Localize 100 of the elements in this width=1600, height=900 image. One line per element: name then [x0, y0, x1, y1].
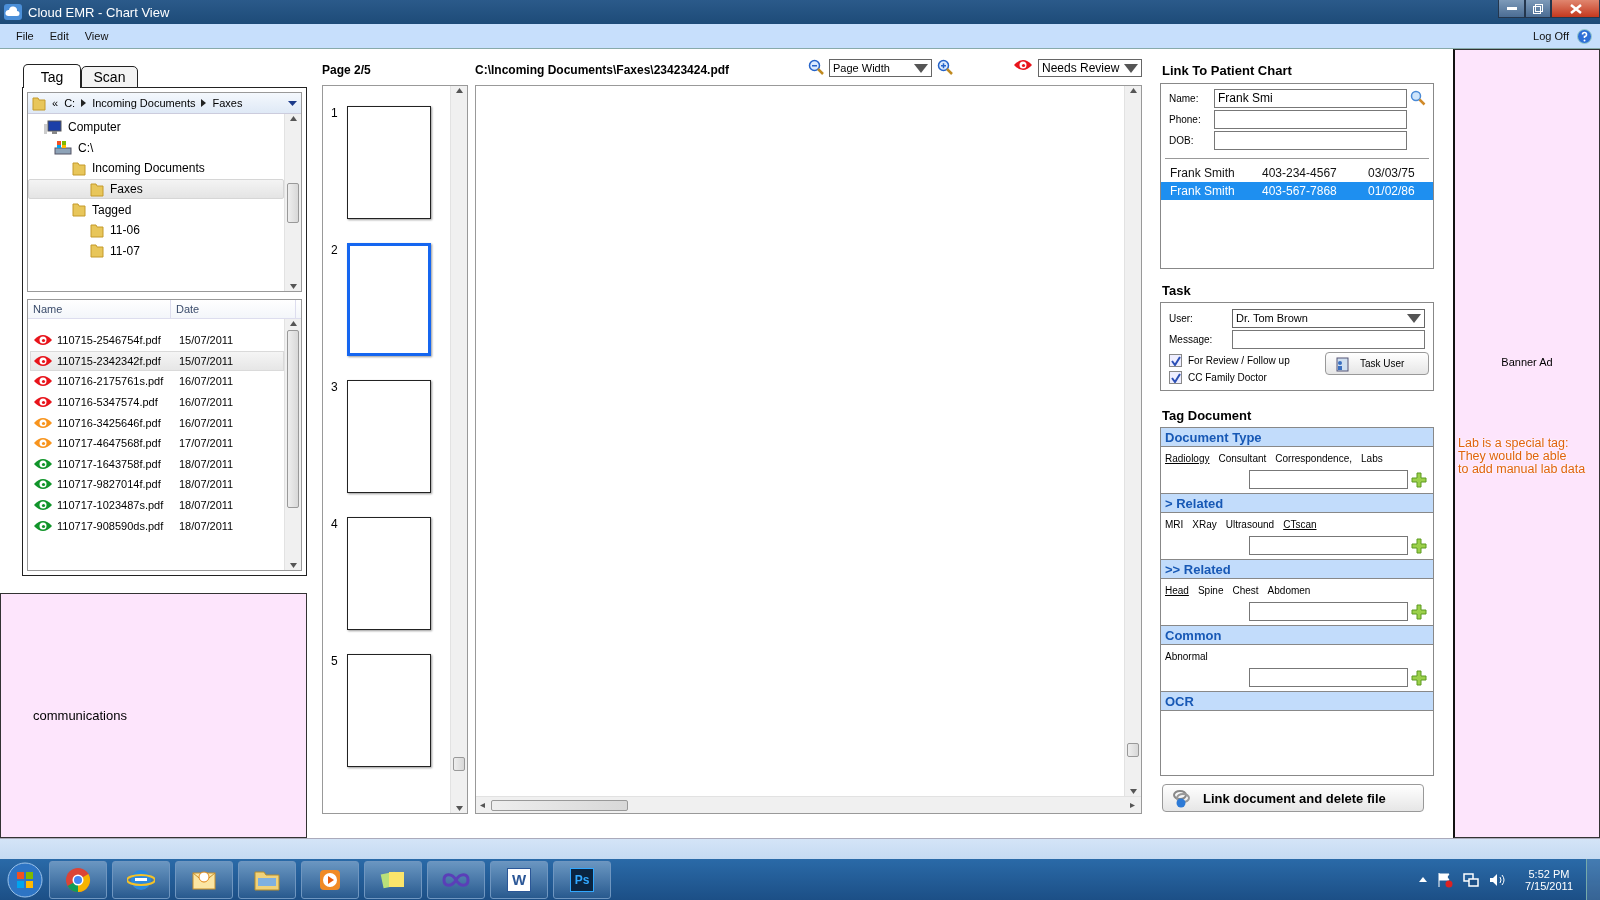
scrollbar[interactable]	[450, 86, 467, 813]
text-field[interactable]	[1214, 109, 1407, 129]
tree-item[interactable]: 11-06	[28, 219, 284, 241]
scroll-arrow-icon[interactable]	[480, 802, 487, 808]
tag-field[interactable]	[1249, 536, 1408, 555]
zoom-out-icon[interactable]	[808, 59, 824, 75]
search-icon[interactable]	[1410, 90, 1426, 106]
scroll-arrow-icon[interactable]	[289, 116, 297, 121]
play-icon[interactable]	[318, 867, 342, 892]
tag-option[interactable]: Abdomen	[1267, 584, 1311, 596]
flag-icon[interactable]	[1436, 871, 1453, 888]
file-row[interactable]: 110715-2546754f.pdf 15/07/2011	[30, 330, 284, 351]
tag-option[interactable]: XRay	[1192, 518, 1217, 530]
message-field[interactable]	[1232, 329, 1425, 349]
text-field[interactable]: Frank Smi	[1214, 88, 1407, 108]
scroll-arrow-icon[interactable]	[455, 88, 463, 93]
help-icon[interactable]	[1577, 28, 1592, 44]
tree-item[interactable]: Computer	[28, 117, 284, 138]
add-icon[interactable]	[1411, 603, 1427, 620]
page-thumbnail[interactable]	[347, 517, 431, 630]
word-icon[interactable]: W	[507, 867, 531, 892]
scroll-thumb[interactable]	[287, 183, 299, 223]
tag-option[interactable]: Ultrasound	[1225, 518, 1275, 530]
page-thumbnail[interactable]	[347, 243, 431, 356]
scroll-thumb[interactable]	[453, 757, 465, 771]
add-icon[interactable]	[1411, 471, 1427, 488]
clock[interactable]: 5:52 PM 7/15/2011	[1524, 867, 1573, 892]
task-user-button[interactable]: Task User	[1325, 352, 1429, 375]
scroll-thumb[interactable]	[491, 799, 628, 811]
start-button[interactable]	[6, 860, 44, 899]
column-header[interactable]: Date	[171, 300, 296, 318]
column-header[interactable]: Name	[28, 300, 171, 318]
scroll-arrow-icon[interactable]	[289, 284, 297, 289]
tag-option[interactable]: Head	[1165, 584, 1189, 596]
add-icon[interactable]	[1411, 537, 1427, 554]
tree-item[interactable]: C:\	[28, 137, 284, 159]
tag-option[interactable]: Correspondence,	[1275, 452, 1352, 464]
breadcrumb-item[interactable]: Incoming Documents	[92, 97, 196, 109]
breadcrumb-item[interactable]: C:	[64, 97, 76, 109]
zoom-select[interactable]: Page Width	[829, 59, 932, 77]
checkbox[interactable]	[1169, 371, 1182, 384]
scrollbar[interactable]	[284, 319, 301, 570]
file-row[interactable]: 110717-1023487s.pdf 18/07/2011	[30, 494, 284, 516]
tag-option[interactable]: MRI	[1165, 518, 1184, 530]
file-row[interactable]: 110717-4647568f.pdf 17/07/2011	[30, 432, 284, 454]
log-off-link[interactable]: Log Off	[1533, 30, 1569, 42]
page-thumbnail[interactable]	[347, 106, 431, 219]
chevron-icon[interactable]	[201, 99, 207, 107]
scroll-thumb[interactable]	[287, 330, 299, 508]
tag-field[interactable]	[1249, 602, 1408, 621]
tree-item[interactable]: 11-07	[28, 240, 284, 262]
checkbox[interactable]	[1169, 354, 1182, 367]
page-thumbnail[interactable]	[347, 380, 431, 493]
tab[interactable]: Scan	[81, 66, 138, 88]
close-button[interactable]	[1551, 0, 1600, 18]
scroll-arrow-icon[interactable]	[455, 806, 463, 811]
breadcrumb-item[interactable]: Faxes	[212, 97, 243, 109]
tag-field[interactable]	[1249, 470, 1408, 489]
patient-row[interactable]: Frank Smith 403-234-4567 03/03/75	[1161, 164, 1433, 182]
file-row[interactable]: 110715-2342342f.pdf 15/07/2011	[30, 350, 284, 372]
file-row[interactable]: 110717-908590ds.pdf 18/07/2011	[30, 515, 284, 536]
network-icon[interactable]	[1462, 871, 1479, 888]
maximize-button[interactable]	[1525, 0, 1551, 18]
breadcrumb-overflow[interactable]: «	[52, 97, 59, 109]
caret-icon[interactable]	[914, 63, 928, 73]
photoshop-icon[interactable]: Ps	[570, 867, 594, 892]
page-thumbnail[interactable]	[347, 654, 431, 767]
caret-icon[interactable]	[1407, 313, 1421, 323]
tag-option[interactable]: Radiology	[1165, 452, 1210, 464]
minimize-button[interactable]	[1498, 0, 1525, 18]
tree-item[interactable]: Tagged	[28, 199, 284, 220]
tag-option[interactable]: Labs	[1361, 452, 1383, 464]
caret-icon[interactable]	[1124, 63, 1138, 73]
horizontal-scrollbar[interactable]	[476, 796, 1141, 813]
file-row[interactable]: 110716-3425646f.pdf 16/07/2011	[30, 412, 284, 433]
file-row[interactable]: 110717-1643758f.pdf 18/07/2011	[30, 453, 284, 475]
menu-item[interactable]: File	[8, 30, 42, 42]
scroll-arrow-icon[interactable]	[289, 321, 297, 326]
tab[interactable]: Tag	[23, 64, 81, 88]
scrollbar[interactable]	[1124, 86, 1141, 796]
scroll-arrow-icon[interactable]	[1130, 802, 1137, 808]
tag-option[interactable]: Chest	[1232, 584, 1259, 596]
user-select[interactable]: Dr. Tom Brown	[1232, 308, 1425, 328]
text-field[interactable]	[1214, 130, 1407, 150]
scroll-arrow-icon[interactable]	[1129, 88, 1137, 93]
banner-ad[interactable]: Banner Ad Lab is a special tag: They would be able to add manual lab data	[1453, 49, 1600, 838]
tag-option[interactable]: Consultant	[1218, 452, 1267, 464]
scrollbar[interactable]	[284, 114, 301, 291]
file-row[interactable]: 110717-9827014f.pdf 18/07/2011	[30, 474, 284, 495]
tag-field[interactable]	[1249, 668, 1408, 687]
link-document-button[interactable]: Link document and delete file	[1162, 784, 1424, 812]
add-icon[interactable]	[1411, 669, 1427, 686]
tag-option[interactable]: CTscan	[1283, 518, 1317, 530]
dropdown-icon[interactable]	[288, 100, 297, 106]
scroll-thumb[interactable]	[1127, 743, 1139, 757]
chrome-icon[interactable]	[65, 866, 91, 893]
menu-item[interactable]: View	[76, 30, 117, 42]
chevron-icon[interactable]	[81, 99, 87, 107]
tag-option[interactable]: Spine	[1197, 584, 1224, 596]
tree-item[interactable]: Incoming Documents	[28, 158, 284, 179]
